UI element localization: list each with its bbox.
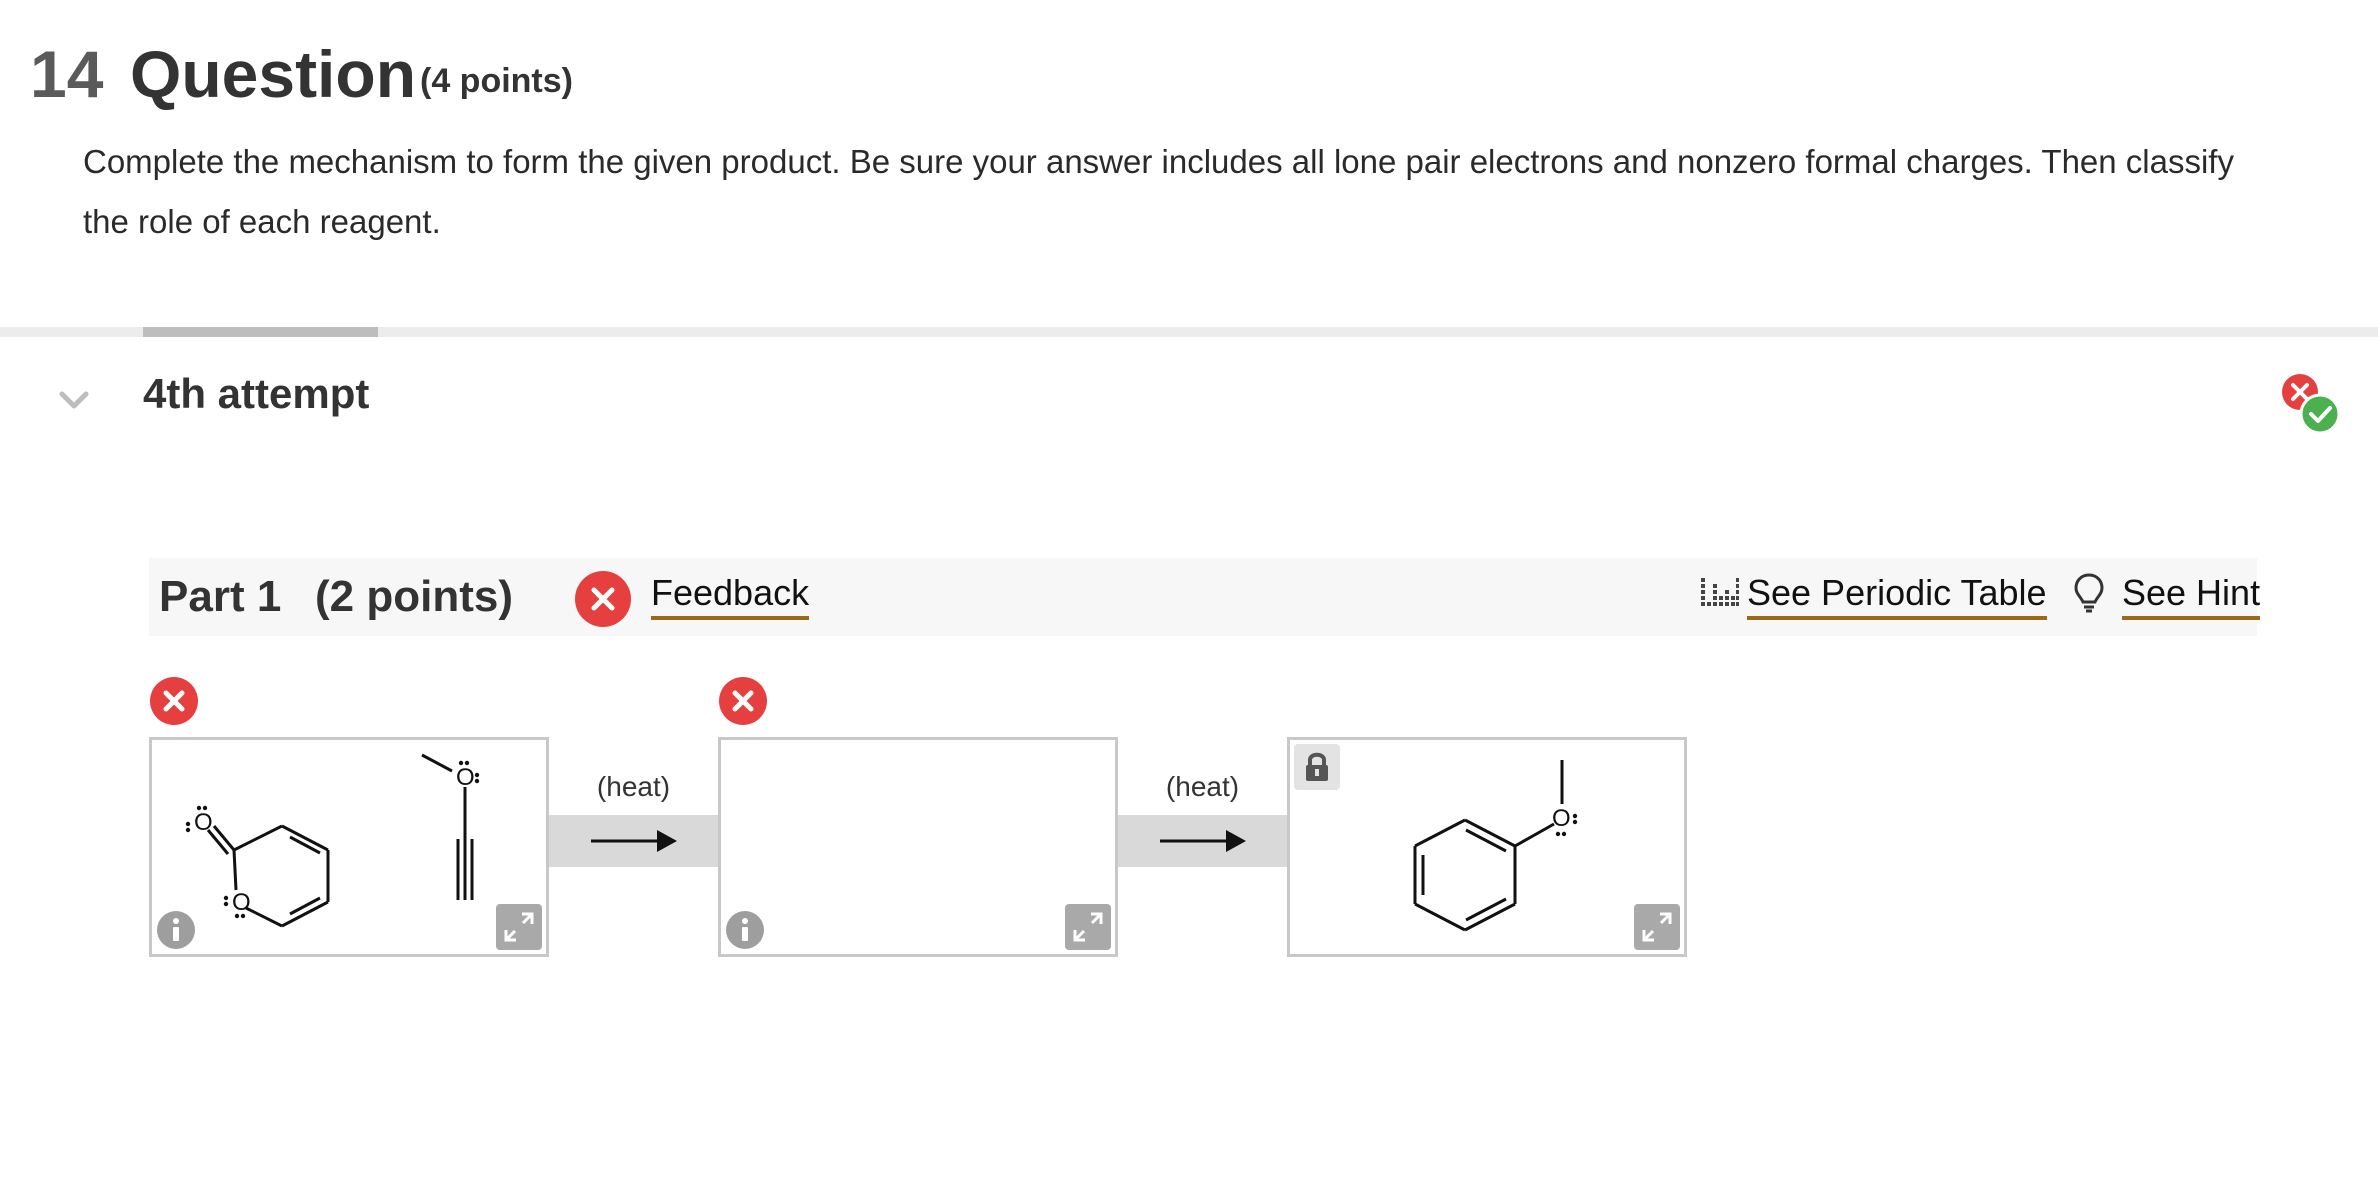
product-box[interactable]: O bbox=[1287, 737, 1687, 957]
reaction-arrow bbox=[1160, 830, 1246, 852]
intermediate-box[interactable] bbox=[718, 737, 1118, 957]
question-text: Complete the mechanism to form the given… bbox=[83, 143, 2234, 240]
atom-label: O bbox=[456, 764, 475, 791]
attempt-label: 4th attempt bbox=[143, 370, 370, 417]
atom-label: O bbox=[194, 809, 213, 836]
reactants-box[interactable]: O O O bbox=[149, 737, 549, 957]
info-icon[interactable] bbox=[156, 910, 196, 950]
reaction-arrow bbox=[591, 830, 677, 852]
box2-incorrect-icon bbox=[719, 677, 767, 725]
correct-icon bbox=[2299, 393, 2340, 435]
expand-icon[interactable] bbox=[496, 904, 542, 950]
question-number: 14 bbox=[30, 37, 104, 111]
feedback-error-icon bbox=[575, 571, 631, 627]
expand-icon[interactable] bbox=[1065, 904, 1111, 950]
lightbulb-icon bbox=[2074, 573, 2104, 613]
atom-label: O bbox=[1552, 805, 1571, 832]
reactant-structures: O O O bbox=[185, 753, 480, 928]
product-structure: O bbox=[1413, 760, 1578, 932]
reaction-arrow-band bbox=[1118, 815, 1287, 867]
atom-label: O bbox=[232, 889, 251, 916]
info-icon[interactable] bbox=[725, 910, 765, 950]
feedback-link[interactable]: Feedback bbox=[651, 572, 810, 620]
chevron-down-icon[interactable] bbox=[56, 382, 92, 418]
question-title: Question bbox=[130, 37, 417, 111]
attempt-divider-active bbox=[143, 327, 378, 337]
lone-pairs bbox=[185, 760, 480, 919]
periodic-table-icon bbox=[1701, 578, 1739, 606]
expand-icon[interactable] bbox=[1634, 904, 1680, 950]
attempt-status-icon bbox=[2282, 374, 2340, 435]
see-hint-link[interactable]: See Hint bbox=[2122, 572, 2261, 620]
reaction-arrow-band bbox=[549, 815, 718, 867]
question-points: (4 points) bbox=[420, 62, 573, 100]
box1-incorrect-icon bbox=[150, 677, 198, 725]
see-periodic-table-link[interactable]: See Periodic Table bbox=[1747, 572, 2047, 620]
part-points: (2 points) bbox=[315, 572, 513, 621]
part-label: Part 1 bbox=[159, 572, 282, 621]
reaction-condition: (heat) bbox=[1165, 771, 1240, 802]
reaction-condition: (heat) bbox=[596, 771, 671, 802]
